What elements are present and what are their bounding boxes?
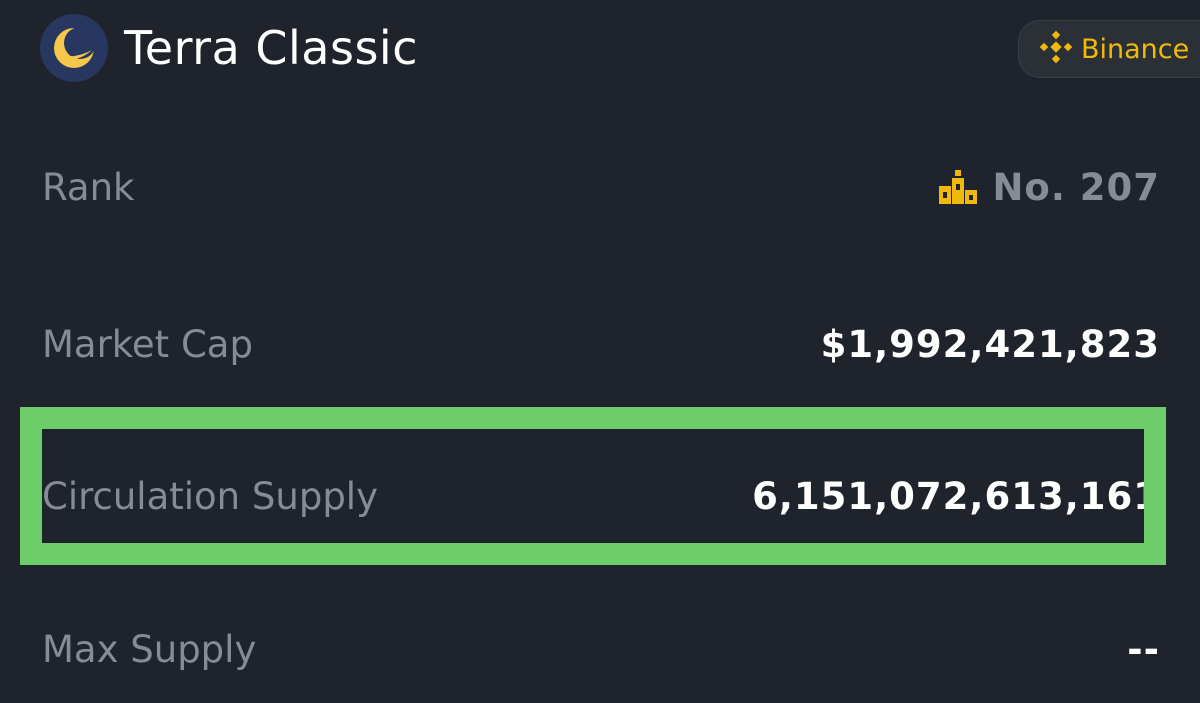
stat-row-max-supply: Max Supply -- <box>42 619 1160 679</box>
stat-row-rank: Rank No. 207 <box>42 157 1160 217</box>
stat-row-circulation-supply: Circulation Supply 6,151,072,613,161 <box>42 466 1160 526</box>
stat-label-market-cap: Market Cap <box>42 322 253 366</box>
exchange-chip-label: Binance <box>1081 33 1190 65</box>
stat-label-max-supply: Max Supply <box>42 627 257 671</box>
stat-value-max-supply: -- <box>1127 627 1160 671</box>
stat-value-rank: No. 207 <box>992 165 1160 209</box>
stat-value-market-cap: $1,992,421,823 <box>820 322 1160 366</box>
binance-logo-icon <box>1039 30 1073 68</box>
ranking-podium-icon <box>938 170 978 204</box>
stat-value-circulation-supply: 6,151,072,613,161 <box>752 474 1160 518</box>
stat-value-rank-group: No. 207 <box>938 166 1160 209</box>
stat-row-market-cap: Market Cap $1,992,421,823 <box>42 314 1160 374</box>
coin-header: Terra Classic <box>40 13 418 83</box>
stat-label-rank: Rank <box>42 165 135 209</box>
stat-label-circulation-supply: Circulation Supply <box>42 474 378 518</box>
terra-classic-moon-icon <box>40 14 108 82</box>
coin-name: Terra Classic <box>124 21 418 75</box>
coin-info-screen: Terra Classic Binance Rank No. 207 Marke… <box>0 0 1200 703</box>
binance-exchange-chip[interactable]: Binance <box>1018 20 1200 78</box>
